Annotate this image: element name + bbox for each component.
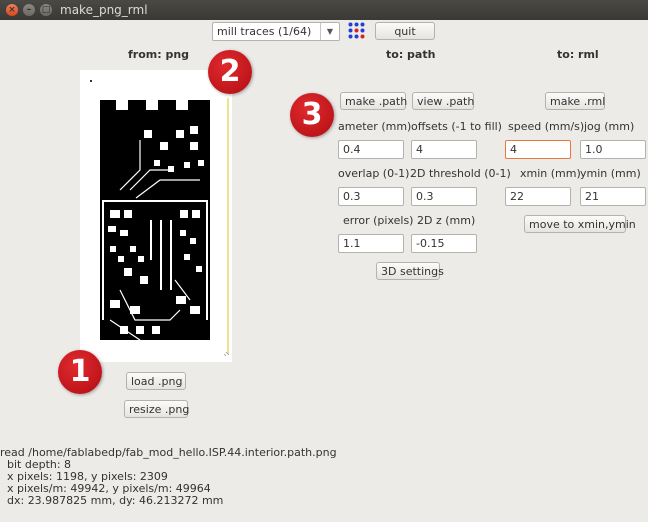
diameter-label: ameter (mm) — [338, 120, 412, 133]
move-to-xmin-ymin-button[interactable]: move to xmin,ymin — [524, 215, 636, 233]
header-to-rml: to: rml — [557, 48, 599, 61]
z-field[interactable] — [411, 234, 477, 253]
maximize-icon[interactable]: □ — [40, 4, 52, 16]
overlap-label: overlap (0-1) — [338, 167, 410, 180]
step-badge-1: 1 — [58, 350, 102, 394]
step-badge-3: 3 — [290, 93, 334, 137]
pcb-traces-image — [90, 80, 230, 357]
quit-button[interactable]: quit — [375, 22, 435, 40]
mode-select-value: mill traces (1/64) — [217, 25, 312, 38]
threshold-field[interactable] — [411, 187, 477, 206]
make-rml-button[interactable]: make .rml — [545, 92, 605, 110]
png-preview — [80, 70, 232, 362]
ymin-field[interactable] — [580, 187, 646, 206]
title-bar: × – □ make_png_rml — [0, 0, 648, 20]
view-path-button[interactable]: view .path — [412, 92, 474, 110]
ymin-label: ymin (mm) — [580, 167, 641, 180]
speed-field[interactable] — [505, 140, 571, 159]
close-icon[interactable]: × — [6, 4, 18, 16]
header-from-png: from: png — [128, 48, 190, 61]
blue-red-dots-icon — [348, 22, 365, 39]
load-png-button[interactable]: load .png — [126, 372, 186, 390]
window-title: make_png_rml — [60, 3, 148, 17]
mode-select[interactable]: mill traces (1/64) ▼ — [212, 22, 340, 41]
jog-label: jog (mm) — [584, 120, 635, 133]
offsets-label: offsets (-1 to fill) — [411, 120, 502, 133]
xmin-label: xmin (mm) — [520, 167, 581, 180]
diameter-field[interactable] — [338, 140, 404, 159]
xmin-field[interactable] — [505, 187, 571, 206]
threshold-label: 2D threshold (0-1) — [410, 167, 511, 180]
speed-label: speed (mm/s) — [508, 120, 585, 133]
step-badge-2: 2 — [208, 50, 252, 94]
resize-png-button[interactable]: resize .png — [124, 400, 189, 418]
minimize-icon[interactable]: – — [23, 4, 35, 16]
settings-3d-button[interactable]: 3D settings — [376, 262, 444, 280]
error-label: error (pixels) — [343, 214, 414, 227]
image-info: read /home/fablabedp/fab_mod_hello.ISP.4… — [0, 447, 337, 507]
error-field[interactable] — [338, 234, 404, 253]
chevron-down-icon[interactable]: ▼ — [320, 23, 339, 40]
info-dimensions: dx: 23.987825 mm, dy: 46.213272 mm — [0, 494, 224, 507]
jog-field[interactable] — [580, 140, 646, 159]
header-to-path: to: path — [386, 48, 436, 61]
make-path-button[interactable]: make .path — [340, 92, 407, 110]
offsets-field[interactable] — [411, 140, 477, 159]
overlap-field[interactable] — [338, 187, 404, 206]
z-label: 2D z (mm) — [417, 214, 476, 227]
